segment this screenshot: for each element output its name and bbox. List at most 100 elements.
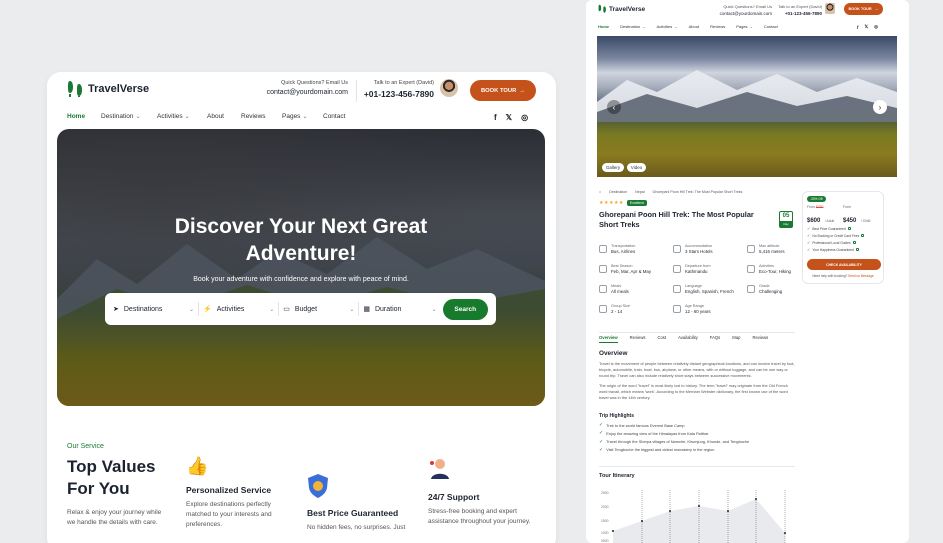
- service-title: Top Values For You: [67, 457, 156, 498]
- brand-logo[interactable]: TravelVerse: [598, 4, 645, 14]
- chevron-down-icon: ⌄: [269, 306, 275, 313]
- tab-reviews-2[interactable]: Reviews: [752, 335, 768, 343]
- service-support: 24/7 Support Stress-free booking and exp…: [428, 456, 540, 527]
- footprints-icon: [68, 81, 82, 97]
- facebook-icon[interactable]: f: [857, 25, 859, 30]
- fact-label: Grade: [759, 284, 770, 288]
- gallery-pill[interactable]: Gallery: [602, 163, 624, 172]
- email-link[interactable]: contact@yourdomain.com: [714, 11, 772, 16]
- check-icon: ✓: [599, 422, 604, 428]
- home-icon[interactable]: ⌂: [599, 190, 601, 194]
- budget-select[interactable]: ▭ Budget ⌄: [279, 293, 358, 325]
- search-button[interactable]: Search: [442, 298, 488, 320]
- itinerary-tick: 2000: [601, 505, 609, 509]
- instagram-icon[interactable]: ◎: [521, 113, 528, 122]
- tab-availability[interactable]: Availability: [678, 335, 698, 343]
- phone-link[interactable]: +01-123-456-7890: [360, 89, 434, 99]
- overview-paragraph: The origin of the word "travel" is most …: [599, 383, 788, 401]
- fact-icon: [673, 265, 681, 273]
- fact-label: Group Size: [611, 304, 630, 308]
- arrow-right-icon: →: [874, 7, 879, 11]
- days-label: Day: [780, 221, 792, 227]
- check-icon: ✓: [807, 233, 811, 238]
- book-tour-button[interactable]: BOOK TOUR →: [844, 3, 883, 15]
- arrow-right-icon: →: [519, 87, 526, 94]
- fact-value: Bus, Airlines: [611, 249, 636, 254]
- brand-name: TravelVerse: [609, 5, 646, 13]
- nav-about[interactable]: About: [207, 113, 241, 120]
- book-tour-button[interactable]: BOOK TOUR →: [470, 80, 536, 101]
- fact-value: Eco-Tour, Hiking: [759, 269, 791, 274]
- elevation-point: [784, 532, 786, 534]
- facebook-icon[interactable]: f: [494, 113, 497, 122]
- tab-cost[interactable]: Cost: [657, 335, 666, 343]
- gallery-prev-button[interactable]: ‹: [607, 100, 621, 114]
- nav-destination[interactable]: Destination ⌄: [101, 113, 157, 120]
- elevation-point: [612, 530, 614, 532]
- fact-value: English, Spanish, French: [685, 289, 734, 294]
- elevation-point: [641, 520, 643, 522]
- breadcrumb-item[interactable]: Destination: [609, 190, 627, 194]
- booking-help: Need help with booking? Send us Message: [812, 274, 874, 278]
- nav-contact[interactable]: Contact: [323, 113, 363, 120]
- tab-map[interactable]: Map: [732, 335, 740, 343]
- nav-activities[interactable]: Activities ⌄: [657, 24, 678, 29]
- phone-contact: Talk to an Expert (David) +01-123-456-78…: [776, 4, 822, 16]
- main-nav: Home Destination ⌄ Activities ⌄ About Revi…: [598, 24, 778, 29]
- itinerary-tick: 2500: [601, 491, 609, 495]
- nav-reviews[interactable]: Reviews: [241, 113, 282, 120]
- nav-about[interactable]: About: [689, 24, 699, 29]
- rating-badge: Excellent: [626, 200, 647, 206]
- section-divider: [599, 466, 795, 467]
- fact-label: Max altitude: [759, 244, 780, 248]
- info-icon: [847, 227, 851, 230]
- brand-logo[interactable]: TravelVerse: [67, 80, 149, 98]
- main-nav: Home Destination ⌄ Activities ⌄ About Revi…: [67, 113, 363, 120]
- hero-subtitle: Book your adventure with confidence and …: [193, 276, 409, 283]
- expert-avatar: [825, 3, 835, 14]
- twitter-icon[interactable]: 𝕏: [865, 24, 869, 30]
- booking-feature-text: Best Price Guaranteed: [812, 226, 846, 231]
- highlight-item: ✓ Visit Tengboche the biggest and oldest …: [599, 447, 795, 453]
- video-pill[interactable]: Video: [627, 163, 646, 172]
- email-link[interactable]: contact@yourdomain.com: [262, 89, 348, 96]
- nav-home[interactable]: Home: [67, 113, 101, 120]
- nav-reviews[interactable]: Reviews: [710, 24, 725, 29]
- check-availability-button[interactable]: CHECK AVAILABILITY: [807, 259, 881, 270]
- book-tour-label: BOOK TOUR: [480, 87, 517, 94]
- site-header: TravelVerse Quick Questions? Email Us co…: [47, 72, 556, 108]
- itinerary-elevation-chart: 2500 2000 1500 1000 0500: [601, 490, 786, 543]
- nav-home[interactable]: Home: [598, 24, 609, 29]
- tab-overview[interactable]: Overview: [599, 335, 618, 343]
- destinations-select[interactable]: ➤ Destinations ⌄: [113, 293, 198, 325]
- adult-price-value: $600: [807, 218, 821, 224]
- nav-pages[interactable]: Pages ⌄: [736, 24, 753, 29]
- expert-label: Talk to an Expert (David): [778, 4, 822, 9]
- quick-questions-label: Quick Questions? Email Us: [723, 4, 772, 9]
- activities-select[interactable]: ⚡ Activities ⌄: [199, 293, 278, 325]
- nav-destination[interactable]: Destination ⌄: [620, 24, 645, 29]
- nav-contact[interactable]: Contact: [764, 24, 778, 29]
- chevron-down-icon: ⌄: [189, 306, 195, 313]
- tab-reviews[interactable]: Reviews: [630, 335, 646, 343]
- breadcrumb-item[interactable]: Nepal: [635, 190, 644, 194]
- info-icon: [855, 248, 859, 251]
- instagram-icon[interactable]: ◎: [874, 24, 878, 30]
- tour-detail-preview: TravelVerse Quick Questions? Email Us co…: [586, 0, 909, 543]
- booking-features: ✓ Best Price Guaranteed ✓ No Booking or Cre…: [807, 226, 865, 254]
- elevation-point: [669, 510, 671, 512]
- gallery-next-button[interactable]: ›: [873, 100, 887, 114]
- tab-faqs[interactable]: FAQs: [710, 335, 720, 343]
- send-message-link[interactable]: Send us Message: [848, 274, 874, 278]
- twitter-icon[interactable]: 𝕏: [506, 113, 512, 122]
- service-item-title: 24/7 Support: [428, 492, 480, 502]
- service-section: Our Service Top Values For You Relax & en…: [67, 443, 169, 528]
- fact-value: 2 - 14: [611, 309, 623, 314]
- nav-pages[interactable]: Pages ⌄: [282, 113, 323, 120]
- nav-activities[interactable]: Activities ⌄: [157, 113, 207, 120]
- phone-link[interactable]: +01-123-456-7890: [776, 11, 822, 16]
- duration-select[interactable]: ▦ Duration ⌄: [359, 293, 440, 325]
- tour-facts: Transportation Bus, Airlines Accommodation…: [599, 244, 795, 322]
- overview-paragraph: Travel is the movement of people between…: [599, 361, 795, 379]
- location-icon: ➤: [113, 306, 119, 313]
